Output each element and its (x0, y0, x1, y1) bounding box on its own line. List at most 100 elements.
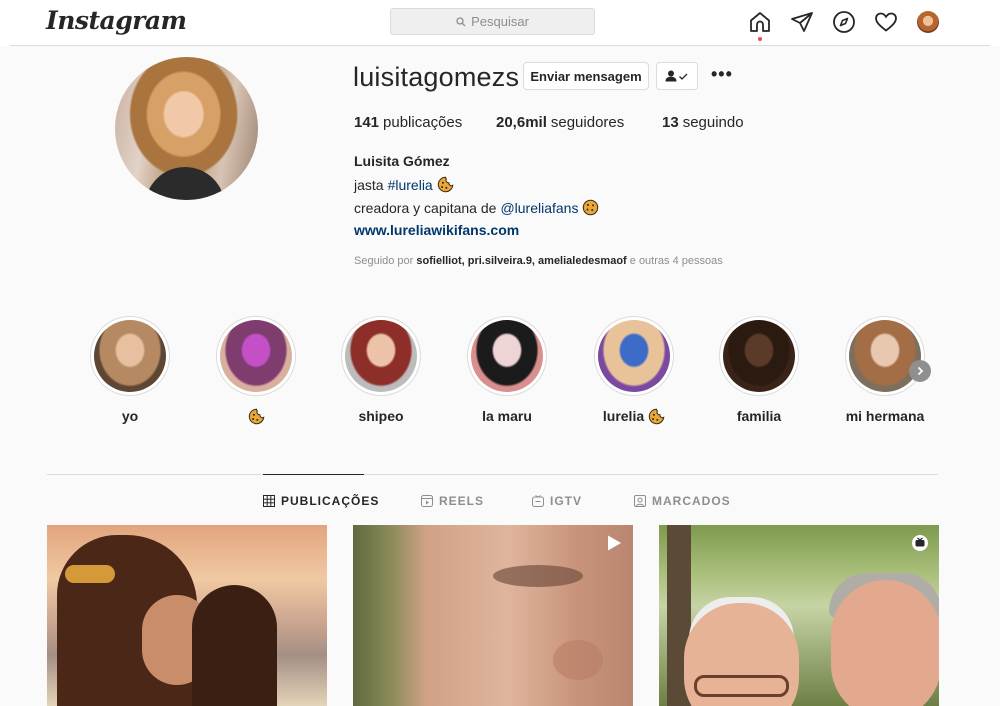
profile-username: luisitagomezs (353, 62, 520, 92)
post-thumbnail[interactable] (353, 525, 633, 706)
bio-full-name: Luisita Gómez (354, 153, 450, 169)
followed-by-suffix: e outras 4 pessoas (629, 255, 723, 267)
search-icon (456, 16, 466, 26)
following-button[interactable] (656, 62, 698, 90)
story-label-text: la maru (482, 408, 532, 424)
followers-count-label: seguidores (550, 114, 625, 131)
story-label: la maru (467, 407, 547, 425)
story-label-text: lurelia (602, 408, 645, 424)
tab-igtv[interactable]: IGTV (532, 494, 582, 508)
following-count[interactable]: 13 seguindo (662, 114, 744, 131)
profile-picture[interactable] (115, 57, 258, 200)
story-ring (594, 316, 674, 396)
followers-count[interactable]: 20,6mil seguidores (496, 114, 662, 131)
story-ring (216, 316, 296, 396)
posts-count-value: 141 (354, 114, 380, 131)
story-highlight[interactable] (216, 316, 296, 425)
post-thumbnail[interactable] (47, 525, 327, 706)
story-ring (719, 316, 799, 396)
following-count-label: seguindo (682, 114, 744, 131)
grid-icon (263, 495, 275, 507)
bio-line-2: creadora y capitana de @lureliafans (354, 199, 599, 216)
cookie-bite-emoji-icon (648, 408, 665, 424)
story-highlight[interactable]: la maru (467, 316, 547, 425)
story-thumbnail (471, 320, 543, 392)
tab-tagged-label: MARCADOS (652, 494, 731, 508)
direct-messages-icon[interactable] (790, 10, 814, 34)
igtv-icon (912, 535, 928, 551)
posts-count: 141 publicações (354, 114, 496, 131)
cookie-bite-emoji-icon (437, 176, 454, 193)
send-message-button[interactable]: Enviar mensagem (523, 62, 649, 90)
explore-icon[interactable] (832, 10, 856, 34)
story-thumbnail (723, 320, 795, 392)
story-ring (341, 316, 421, 396)
story-label: shipeo (341, 407, 421, 425)
post-image-detail (192, 585, 277, 706)
story-ring (845, 316, 925, 396)
story-label: familia (719, 407, 799, 425)
profile-stats: 141 publicações 20,6mil seguidores 13 se… (354, 114, 744, 131)
story-ring (467, 316, 547, 396)
followed-by-users: sofielliot, pri.silveira.9, amelialedesm… (416, 255, 627, 267)
bio-mention-link[interactable]: @lureliafans (500, 200, 578, 216)
story-label: mi hermana (845, 407, 925, 425)
story-label: lurelia (594, 407, 674, 425)
story-label-text: shipeo (358, 408, 404, 424)
stories-next-button[interactable] (909, 360, 931, 382)
story-thumbnail (345, 320, 417, 392)
story-highlight[interactable]: yo (90, 316, 170, 425)
story-thumbnail (598, 320, 670, 392)
post-image-detail (694, 675, 789, 697)
followed-by-text[interactable]: Seguido por sofielliot, pri.silveira.9, … (354, 255, 723, 267)
story-label-text: familia (736, 408, 782, 424)
header-divider (10, 45, 990, 46)
bio-line-1: jasta #lurelia (354, 176, 454, 193)
instagram-logo[interactable]: Instagram (46, 6, 187, 35)
story-label (216, 407, 296, 425)
search-placeholder: Pesquisar (471, 14, 529, 29)
chevron-right-icon (917, 366, 924, 376)
post-image-detail (831, 580, 939, 706)
active-page-indicator (758, 37, 762, 41)
posts-count-label: publicações (383, 114, 463, 131)
tagged-icon (634, 495, 646, 507)
story-thumbnail (94, 320, 166, 392)
tab-tagged[interactable]: MARCADOS (634, 494, 731, 508)
tab-posts-label: PUBLICAÇÕES (281, 494, 380, 508)
followers-count-value: 20,6mil (496, 114, 547, 131)
home-icon[interactable] (748, 10, 772, 34)
activity-heart-icon[interactable] (874, 10, 898, 34)
story-highlight[interactable]: shipeo (341, 316, 421, 425)
search-input[interactable]: Pesquisar (390, 8, 595, 35)
igtv-icon (532, 495, 544, 507)
profile-avatar[interactable] (917, 11, 939, 33)
bio-line-2-text: creadora y capitana de (354, 199, 497, 216)
followed-by-prefix: Seguido por (354, 255, 414, 267)
cookie-bite-emoji-icon (248, 408, 264, 424)
story-ring (90, 316, 170, 396)
post-image-detail (493, 565, 583, 587)
story-highlight[interactable]: familia (719, 316, 799, 425)
bio-hashtag-link[interactable]: #lurelia (388, 177, 433, 193)
tab-reels[interactable]: REELS (421, 494, 484, 508)
bio-website-link[interactable]: www.lureliawikifans.com (354, 222, 519, 238)
tab-reels-label: REELS (439, 494, 485, 508)
active-tab-indicator (263, 474, 364, 475)
story-label-text: yo (121, 408, 139, 424)
following-count-value: 13 (662, 114, 679, 131)
story-highlight[interactable]: lurelia (594, 316, 674, 425)
story-thumbnail (849, 320, 921, 392)
cookie-emoji-icon (583, 199, 599, 216)
user-check-icon (665, 70, 688, 82)
bio-line-1-text: jasta (354, 176, 384, 193)
tab-igtv-label: IGTV (550, 494, 583, 508)
story-label-text: mi hermana (845, 408, 925, 424)
tabs-divider (47, 474, 938, 475)
story-label: yo (90, 407, 170, 425)
more-options-icon[interactable]: ••• (711, 64, 733, 85)
post-thumbnail[interactable] (659, 525, 939, 706)
story-thumbnail (220, 320, 292, 392)
reels-icon (421, 495, 433, 507)
tab-posts[interactable]: PUBLICAÇÕES (263, 494, 379, 508)
